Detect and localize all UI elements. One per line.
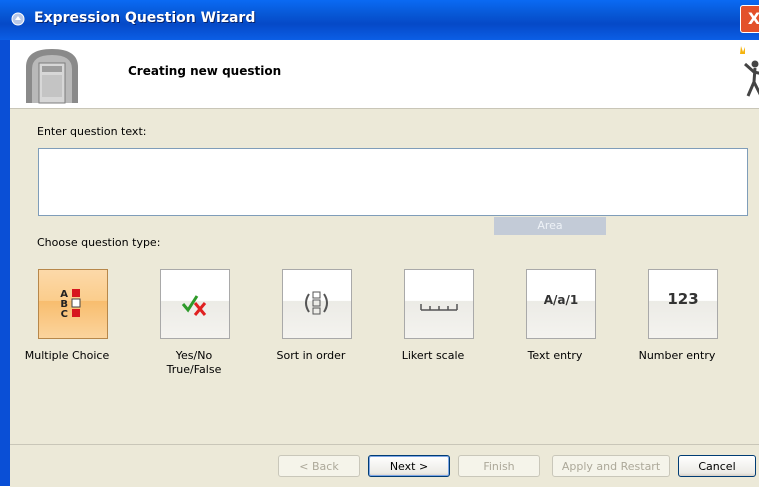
question-type-label: Choose question type:	[37, 236, 161, 249]
multiple-choice-tile[interactable]: A B C	[38, 269, 108, 339]
wizard-logo-icon	[26, 49, 78, 104]
close-icon: X	[747, 9, 759, 28]
question-type-number-entry[interactable]: 123 Number entry	[629, 269, 725, 379]
number-entry-tile[interactable]: 123	[648, 269, 718, 339]
question-type-caption: Text entry	[527, 349, 583, 362]
number-entry-icon: 123	[667, 290, 699, 308]
question-type-caption: Sort in order	[276, 349, 346, 362]
wizard-window: Expression Question Wizard X Creating ne…	[0, 0, 759, 487]
question-type-likert[interactable]: Likert scale	[385, 269, 481, 379]
back-button[interactable]: < Back	[278, 455, 360, 477]
area-tab[interactable]: Area	[494, 217, 606, 235]
text-entry-tile[interactable]: A/a/1	[526, 269, 596, 339]
next-button[interactable]: Next >	[368, 455, 450, 477]
question-type-yes-no[interactable]: Yes/No True/False	[141, 269, 237, 379]
mc-letter-c: C	[61, 309, 68, 320]
question-type-caption: Yes/No True/False	[166, 349, 222, 376]
question-text-label: Enter question text:	[37, 125, 147, 138]
multiple-choice-icon: A B C	[60, 289, 81, 320]
app-icon	[11, 12, 25, 26]
window-border	[0, 40, 10, 486]
wizard-footer: < Back Next > Finish Apply and Restart C…	[10, 444, 759, 487]
likert-tile[interactable]	[404, 269, 474, 339]
question-type-caption: Likert scale	[401, 349, 465, 362]
check-cross-icon	[181, 295, 207, 316]
cancel-button[interactable]: Cancel	[678, 455, 756, 477]
sort-order-tile[interactable]	[282, 269, 352, 339]
wizard-header: Creating new question	[10, 40, 759, 109]
apply-and-restart-button[interactable]: Apply and Restart	[552, 455, 670, 477]
question-type-sort-order[interactable]: Sort in order	[263, 269, 359, 379]
window-title: Expression Question Wizard	[34, 10, 256, 26]
finish-button[interactable]: Finish	[458, 455, 540, 477]
likert-scale-icon	[420, 304, 458, 311]
wizard-body: Enter question text: Area Choose questio…	[10, 109, 759, 444]
yes-no-tile[interactable]	[160, 269, 230, 339]
question-type-text-entry[interactable]: A/a/1 Text entry	[507, 269, 603, 379]
text-entry-icon: A/a/1	[543, 293, 579, 307]
title-bar[interactable]: Expression Question Wizard X	[0, 0, 759, 40]
header-title: Creating new question	[128, 64, 282, 78]
question-text-input[interactable]	[38, 148, 748, 216]
question-type-caption: Number entry	[638, 349, 716, 362]
close-button[interactable]: X	[740, 5, 759, 33]
sort-order-icon	[305, 291, 328, 315]
mascot-icon	[740, 46, 759, 97]
question-type-caption: Multiple Choice	[24, 349, 110, 362]
question-type-multiple-choice[interactable]: A B C Multiple Choice	[19, 269, 115, 379]
